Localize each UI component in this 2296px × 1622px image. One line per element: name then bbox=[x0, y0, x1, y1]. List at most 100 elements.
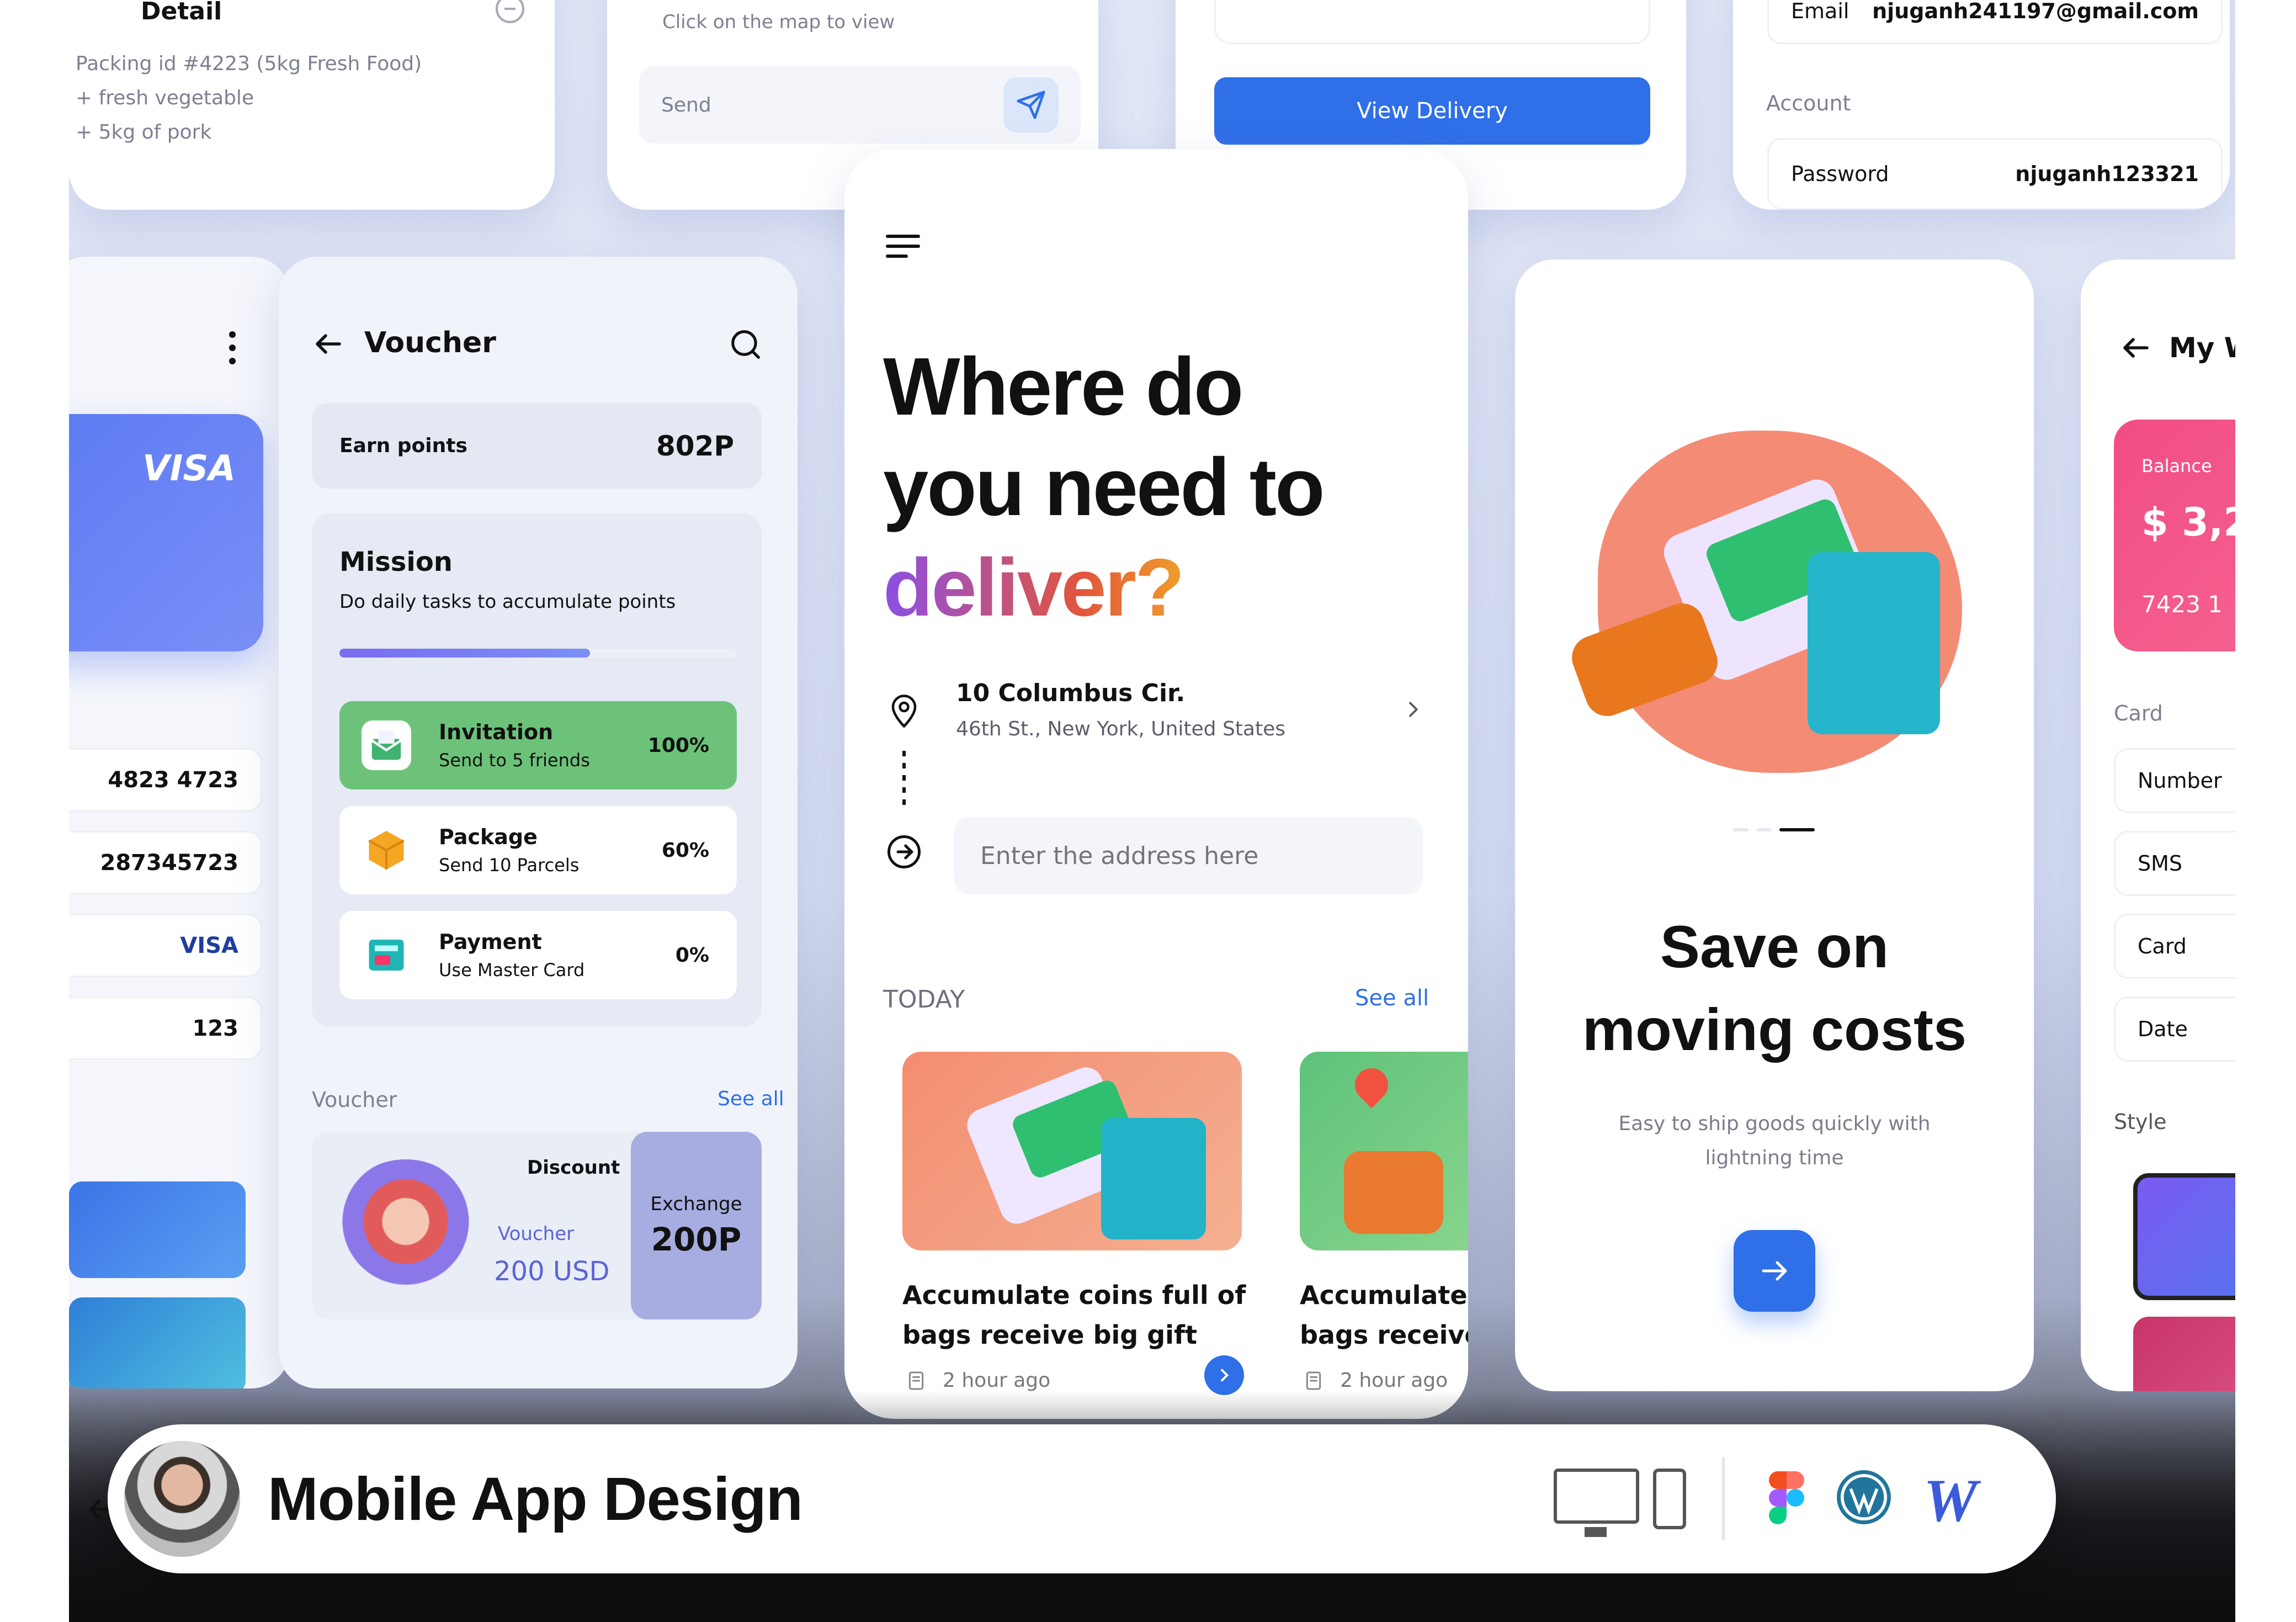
invitation-icon bbox=[362, 720, 411, 770]
news-thumbnail[interactable] bbox=[902, 1052, 1242, 1250]
headline-accent: deliver? bbox=[883, 538, 1323, 638]
news-time: 2 hour ago bbox=[943, 1369, 1051, 1392]
send-input[interactable]: Send bbox=[639, 66, 1081, 144]
email-label: Email bbox=[1791, 0, 1849, 23]
task-package[interactable]: Package Send 10 Parcels 60% bbox=[339, 806, 737, 894]
earn-label: Earn points bbox=[339, 434, 467, 457]
wallet-field-sms[interactable]: SMS bbox=[2114, 831, 2235, 896]
task-title: Invitation bbox=[439, 720, 554, 744]
style-swatch[interactable] bbox=[69, 1297, 246, 1388]
card-type-row[interactable]: VISA bbox=[69, 914, 262, 977]
send-icon[interactable] bbox=[1003, 77, 1059, 132]
delivery-home-screen: Where do you need to deliver? 10 Columbu… bbox=[844, 149, 1468, 1419]
news-title-line: bags receive b bbox=[1300, 1320, 1468, 1350]
today-see-all-link[interactable]: See all bbox=[1355, 985, 1429, 1011]
wallet-field-number[interactable]: Number bbox=[2114, 748, 2235, 813]
headline-line: you need to bbox=[883, 442, 1325, 533]
password-row[interactable]: Password njuganh123321 bbox=[1767, 138, 2223, 210]
task-percent: 60% bbox=[661, 839, 709, 862]
news-title-line: bags receive big gift bbox=[902, 1320, 1197, 1350]
balance-label: Balance bbox=[2141, 455, 2212, 476]
email-row[interactable]: Email njuganh241197@gmail.com bbox=[1767, 0, 2223, 44]
onboarding-title-line: moving costs bbox=[1582, 996, 1967, 1063]
card-section-label: Card bbox=[2114, 701, 2163, 725]
mission-subtitle: Do daily tasks to accumulate points bbox=[339, 591, 676, 613]
onboarding-subtitle-line: Easy to ship goods quickly with bbox=[1618, 1112, 1931, 1135]
today-label: TODAY bbox=[883, 985, 965, 1014]
password-label: Password bbox=[1791, 162, 1889, 186]
onboarding-subtitle-line: lightning time bbox=[1705, 1147, 1844, 1169]
email-value: njuganh241197@gmail.com bbox=[1872, 0, 2199, 23]
exchange-button[interactable]: Exchange 200P bbox=[631, 1132, 762, 1319]
news-open-button[interactable] bbox=[1204, 1355, 1244, 1395]
mission-progress-fill bbox=[339, 649, 590, 658]
news-thumbnail[interactable] bbox=[1300, 1052, 1468, 1250]
desktop-icon bbox=[1554, 1469, 1639, 1537]
task-title: Package bbox=[439, 825, 538, 849]
card-number-row[interactable]: 4823 4723 bbox=[69, 748, 262, 812]
task-sub: Send to 5 friends bbox=[439, 750, 590, 771]
task-sub: Use Master Card bbox=[439, 960, 585, 980]
detail-card: Detail Packing id #4223 (5kg Fresh Food)… bbox=[69, 0, 555, 210]
back-arrow-icon[interactable] bbox=[2119, 331, 2152, 364]
back-arrow-icon[interactable] bbox=[312, 327, 345, 361]
mission-panel: Mission Do daily tasks to accumulate poi… bbox=[312, 513, 762, 1027]
visa-card[interactable]: VISA bbox=[69, 414, 263, 651]
more-icon[interactable] bbox=[229, 331, 237, 364]
news-meta: 2 hour ago bbox=[1303, 1369, 1448, 1392]
balance-card[interactable]: Balance $ 3,2 7423 1 bbox=[2114, 420, 2235, 651]
figma-icon bbox=[1769, 1471, 1804, 1526]
view-delivery-button[interactable]: View Delivery bbox=[1214, 77, 1650, 145]
task-invitation[interactable]: Invitation Send to 5 friends 100% bbox=[339, 701, 737, 789]
style-swatch[interactable] bbox=[2133, 1317, 2235, 1391]
style-section-label: Style bbox=[2114, 1110, 2167, 1134]
discount-label: Discount bbox=[527, 1157, 620, 1179]
visa-brand: VISA bbox=[142, 448, 236, 489]
menu-icon[interactable] bbox=[886, 235, 920, 258]
delivery-field[interactable] bbox=[1214, 0, 1650, 44]
address-subtitle: 46th St., New York, United States bbox=[956, 718, 1285, 740]
wallet-field-card[interactable]: Card bbox=[2114, 914, 2235, 979]
voucher-section-label: Voucher bbox=[312, 1088, 397, 1112]
headline-line: Where do bbox=[883, 341, 1243, 432]
balance-card-number: 7423 1 bbox=[2141, 591, 2223, 618]
voucher-see-all-link[interactable]: See all bbox=[718, 1088, 784, 1110]
card-id-row[interactable]: 287345723 bbox=[69, 831, 262, 894]
route-dots bbox=[902, 751, 906, 812]
wallet-field-date[interactable]: Date bbox=[2114, 996, 2235, 1062]
next-button[interactable] bbox=[1734, 1230, 1815, 1312]
search-icon[interactable] bbox=[729, 327, 763, 364]
earn-value: 802P bbox=[656, 430, 734, 462]
voucher-screen: Voucher Earn points 802P Mission Do dail… bbox=[279, 257, 798, 1388]
earn-points-card[interactable]: Earn points 802P bbox=[312, 403, 762, 489]
wallet-title: My W bbox=[2169, 332, 2235, 364]
card-cvv-row[interactable]: 123 bbox=[69, 996, 262, 1060]
map-hint: Click on the map to view bbox=[662, 11, 895, 33]
collapse-icon[interactable] bbox=[496, 0, 524, 23]
chef-illustration-icon bbox=[334, 1159, 477, 1297]
onboarding-subtitle: Easy to ship goods quickly with lightnin… bbox=[1515, 1107, 2034, 1175]
news-title: Accumulate coins full of bags receive bi… bbox=[902, 1275, 1246, 1355]
avatar[interactable] bbox=[121, 1438, 243, 1560]
voucher-card[interactable]: Discount Voucher 200 USD Exchange 200P bbox=[312, 1132, 762, 1319]
task-payment[interactable]: Payment Use Master Card 0% bbox=[339, 911, 737, 999]
package-icon bbox=[362, 825, 411, 875]
headline: Where do you need to deliver? bbox=[883, 337, 1325, 638]
password-value: njuganh123321 bbox=[2015, 162, 2199, 186]
task-percent: 0% bbox=[675, 943, 709, 967]
style-swatch[interactable] bbox=[2133, 1173, 2235, 1300]
address-input[interactable] bbox=[954, 817, 1423, 894]
news-title: Accumulate c bags receive b bbox=[1300, 1275, 1468, 1355]
location-pin-icon bbox=[887, 693, 921, 732]
voucher-word: Voucher bbox=[498, 1223, 575, 1245]
send-placeholder: Send bbox=[661, 93, 711, 116]
voucher-title: Voucher bbox=[364, 326, 496, 359]
detail-title: Detail bbox=[141, 0, 222, 25]
detail-line: Packing id #4223 (5kg Fresh Food) bbox=[76, 52, 422, 75]
wallet-header: My W bbox=[2119, 331, 2235, 364]
chevron-right-icon[interactable] bbox=[1402, 698, 1424, 723]
payment-illustration-icon bbox=[1565, 409, 1984, 795]
style-swatch[interactable] bbox=[69, 1181, 246, 1278]
onboarding-screen: Save on moving costs Easy to ship goods … bbox=[1515, 259, 2034, 1391]
mobile-icon bbox=[1653, 1469, 1686, 1529]
